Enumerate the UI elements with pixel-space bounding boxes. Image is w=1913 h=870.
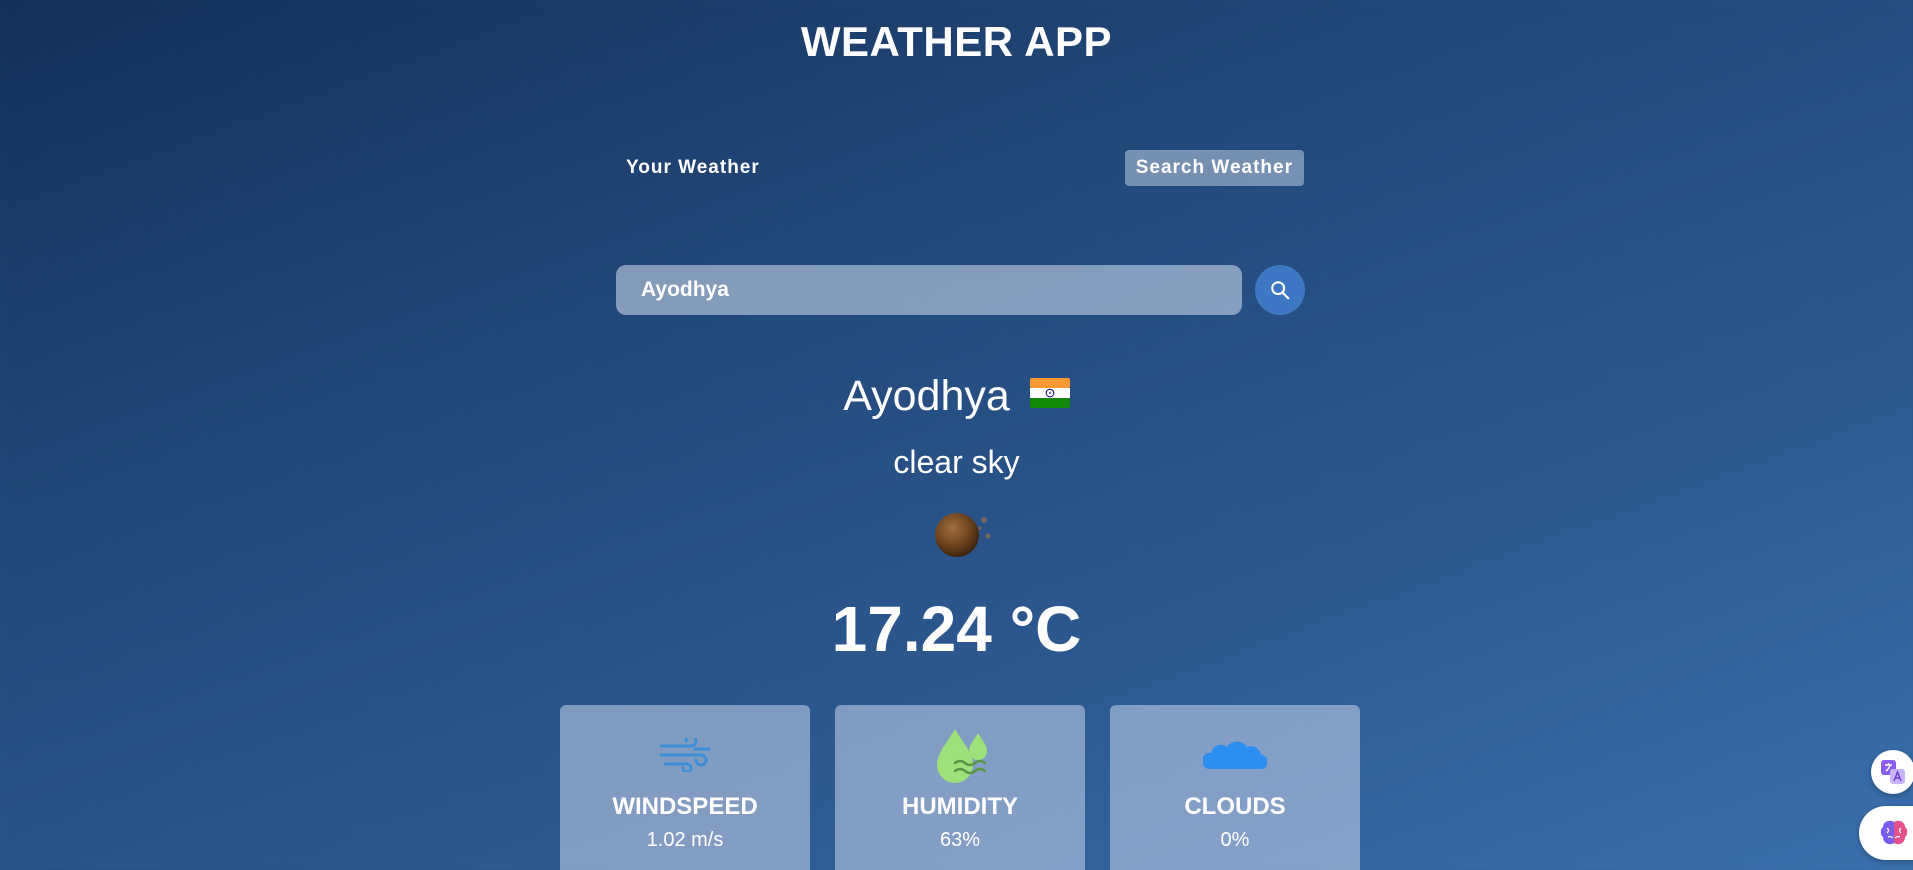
translate-extension-button[interactable] [1871,750,1913,794]
city-search-input[interactable] [616,265,1242,315]
clouds-card: CLOUDS 0% [1110,705,1360,870]
search-button[interactable] [1255,265,1305,315]
city-heading: Ayodhya [0,372,1913,421]
tab-bar: Your Weather Search Weather [616,150,1304,186]
windspeed-label: WINDSPEED [612,793,758,820]
cloud-icon [1110,727,1360,783]
translate-icon [1881,760,1905,784]
brain-icon [1880,820,1908,845]
tab-search-weather[interactable]: Search Weather [1124,150,1304,186]
clouds-label: CLOUDS [1184,793,1286,820]
humidity-card: HUMIDITY 63% [835,705,1085,870]
city-name: Ayodhya [843,372,1010,420]
windspeed-card: WINDSPEED 1.02 m/s [560,705,810,870]
humidity-drops-icon [835,727,1085,783]
india-flag-icon [1029,370,1070,419]
clouds-value: 0% [1220,829,1250,851]
windspeed-value: 1.02 m/s [646,829,724,851]
wind-icon [560,727,810,783]
temperature-value: 17.24 °C [831,593,1082,665]
search-form [616,265,1305,315]
tab-your-weather[interactable]: Your Weather [616,150,770,186]
humidity-label: HUMIDITY [902,793,1018,820]
ai-assistant-button[interactable] [1859,806,1913,860]
app-title: WEATHER APP [800,18,1113,65]
search-icon [1271,281,1290,300]
clear-night-moon-icon [930,508,998,562]
humidity-value: 63% [939,829,981,851]
weather-description: clear sky [893,444,1020,480]
